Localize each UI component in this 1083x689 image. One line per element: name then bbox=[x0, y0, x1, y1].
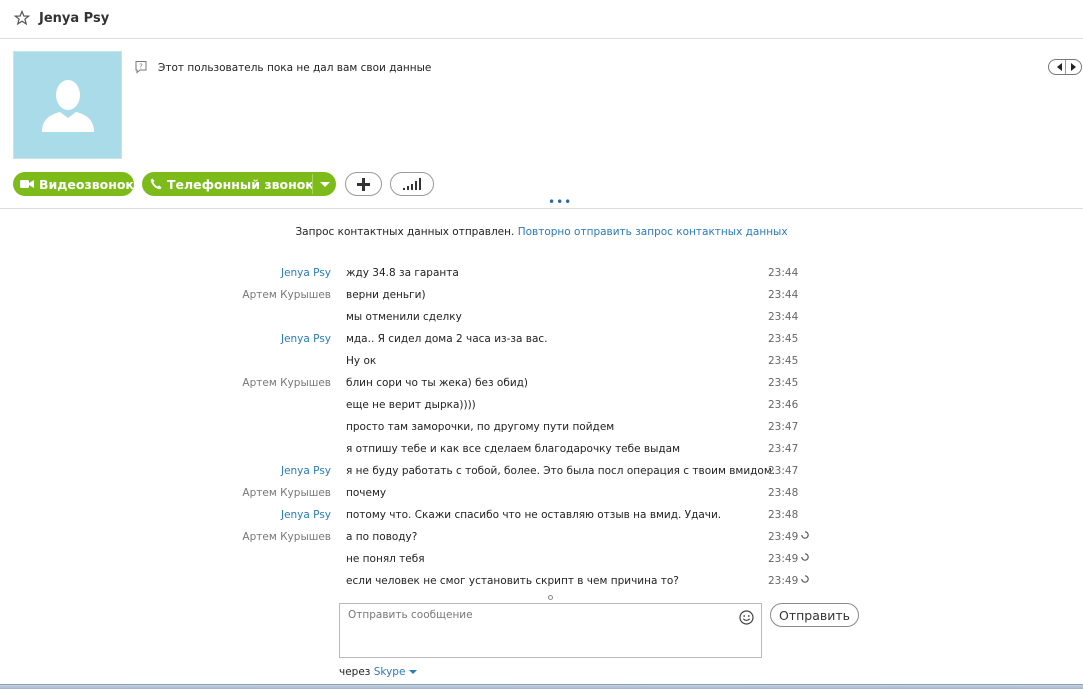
message-text: я отпишу тебе и как все сделаем благодар… bbox=[346, 443, 681, 455]
pager-divider bbox=[1065, 60, 1066, 74]
message-text: Ну ок bbox=[346, 355, 377, 367]
notice-text: Запрос контактных данных отправлен. bbox=[295, 226, 515, 238]
message-sender[interactable]: Jenya Psy bbox=[281, 465, 331, 477]
message-row[interactable]: Артем Курышев а по поводу? 23:49 bbox=[0, 531, 1083, 553]
message-time: 23:44 bbox=[768, 267, 799, 279]
smiley-icon[interactable] bbox=[739, 610, 754, 625]
chevron-down-icon[interactable] bbox=[320, 182, 330, 187]
phone-icon bbox=[150, 178, 162, 190]
message-row[interactable]: Артем Курышев верни деньги) 23:44 bbox=[0, 289, 1083, 311]
message-row[interactable]: не понял тебя 23:49 bbox=[0, 553, 1083, 575]
message-time: 23:47 bbox=[768, 421, 799, 433]
resend-request-link[interactable]: Повторно отправить запрос контактных дан… bbox=[518, 226, 788, 238]
resize-handle[interactable]: ••• bbox=[548, 195, 572, 209]
send-button[interactable]: Отправить bbox=[770, 603, 859, 627]
video-call-label: Видеозвонок bbox=[39, 176, 134, 192]
message-sender[interactable]: Артем Курышев bbox=[242, 377, 331, 389]
message-time: 23:49 bbox=[768, 575, 799, 587]
message-text: верни деньги) bbox=[346, 289, 426, 301]
send-via[interactable]: через Skype bbox=[339, 666, 418, 678]
video-camera-icon bbox=[20, 180, 34, 188]
phone-call-label: Телефонный звонок bbox=[167, 176, 314, 192]
sending-spinner-icon bbox=[801, 553, 809, 561]
message-list[interactable]: . Jenya Psyжду 34.8 за гаранта23:44Артем… bbox=[0, 262, 1083, 592]
message-sender[interactable]: Артем Курышев bbox=[242, 531, 331, 543]
message-time: 23:45 bbox=[768, 333, 799, 345]
arrow-left-icon[interactable] bbox=[1057, 63, 1062, 71]
arrow-right-icon[interactable] bbox=[1071, 63, 1076, 71]
profile-pager[interactable] bbox=[1048, 59, 1082, 75]
message-text: потому что. Скажи спасибо что не оставля… bbox=[346, 509, 722, 521]
message-time: 23:47 bbox=[768, 465, 799, 477]
message-row[interactable]: Jenya Psy я не буду работать с тобой, бол… bbox=[0, 465, 1083, 487]
profile-panel: ? Этот пользователь пока не дал вам свои… bbox=[0, 39, 1083, 209]
default-user-silhouette-icon bbox=[42, 80, 94, 132]
sending-spinner-icon bbox=[801, 575, 809, 583]
via-service[interactable]: Skype bbox=[374, 666, 406, 678]
scroll-indicator-icon bbox=[548, 595, 553, 600]
via-label: через bbox=[339, 666, 371, 678]
message-text: не понял тебя bbox=[346, 553, 425, 565]
contact-request-notice: Запрос контактных данных отправлен. Повт… bbox=[0, 226, 1083, 238]
message-sender[interactable]: Артем Курышев bbox=[242, 289, 331, 301]
message-row[interactable]: Jenya Psy жду 34.8 за гаранта 23:44 bbox=[0, 267, 1083, 289]
message-time: 23:46 bbox=[768, 399, 799, 411]
message-row[interactable]: Артем Курышев почему 23:48 bbox=[0, 487, 1083, 509]
message-row[interactable]: просто там заморочки, по другому пути по… bbox=[0, 421, 1083, 443]
message-time: 23:49 bbox=[768, 553, 799, 565]
phone-call-button[interactable]: Телефонный звонок bbox=[142, 172, 336, 196]
add-participant-button[interactable] bbox=[345, 172, 382, 196]
message-sender[interactable]: Jenya Psy bbox=[281, 509, 331, 521]
message-row[interactable]: я отпишу тебе и как все сделаем благодар… bbox=[0, 443, 1083, 465]
message-row[interactable]: Jenya Psy мда.. Я сидел дома 2 часа из-за… bbox=[0, 333, 1083, 355]
message-text: жду 34.8 за гаранта bbox=[346, 267, 459, 279]
message-time: 23:45 bbox=[768, 377, 799, 389]
call-quality-button[interactable] bbox=[390, 172, 434, 196]
avatar bbox=[13, 51, 122, 159]
message-time: 23:44 bbox=[768, 311, 799, 323]
message-sender[interactable]: Артем Курышев bbox=[242, 487, 331, 499]
message-time: 23:45 bbox=[768, 355, 799, 367]
message-row[interactable]: Артем Курышев блин сори чо ты жека) без о… bbox=[0, 377, 1083, 399]
signal-bars-icon bbox=[403, 178, 421, 190]
message-row[interactable]: еще не верит дырка)))) 23:46 bbox=[0, 399, 1083, 421]
profile-info-text: Этот пользователь пока не дал вам свои д… bbox=[158, 62, 432, 74]
message-text: мы отменили сделку bbox=[346, 311, 462, 323]
message-text: просто там заморочки, по другому пути по… bbox=[346, 421, 615, 433]
message-text: мда.. Я сидел дома 2 часа из-за вас. bbox=[346, 333, 548, 345]
message-row[interactable]: Ну ок 23:45 bbox=[0, 355, 1083, 377]
message-time: 23:49 bbox=[768, 531, 799, 543]
chat-header: Jenya Psy bbox=[0, 0, 1083, 39]
plus-icon bbox=[357, 178, 370, 191]
button-divider bbox=[312, 174, 313, 194]
message-text: почему bbox=[346, 487, 387, 499]
sending-spinner-icon bbox=[801, 531, 809, 539]
contact-name: Jenya Psy bbox=[39, 11, 110, 26]
message-row[interactable]: Jenya Psy потому что. Скажи спасибо что н… bbox=[0, 509, 1083, 531]
message-time: 23:47 bbox=[768, 443, 799, 455]
chevron-down-icon[interactable] bbox=[409, 670, 418, 674]
message-sender[interactable]: Jenya Psy bbox=[281, 267, 331, 279]
message-text: блин сори чо ты жека) без обид) bbox=[346, 377, 529, 389]
taskbar bbox=[0, 684, 1083, 689]
star-outline-icon[interactable] bbox=[14, 10, 30, 26]
message-sender[interactable]: Jenya Psy bbox=[281, 333, 331, 345]
message-text: а по поводу? bbox=[346, 531, 418, 543]
message-time: 23:48 bbox=[768, 487, 799, 499]
message-row[interactable]: если человек не смог установить скрипт в… bbox=[0, 575, 1083, 592]
message-input[interactable] bbox=[339, 603, 762, 658]
svg-text:?: ? bbox=[139, 63, 143, 71]
question-bubble-icon: ? bbox=[135, 61, 147, 74]
message-text: если человек не смог установить скрипт в… bbox=[346, 575, 679, 587]
message-row[interactable]: мы отменили сделку 23:44 bbox=[0, 311, 1083, 333]
message-time: 23:44 bbox=[768, 289, 799, 301]
video-call-button[interactable]: Видеозвонок bbox=[13, 172, 134, 196]
message-text: еще не верит дырка)))) bbox=[346, 399, 476, 411]
message-time: 23:48 bbox=[768, 509, 799, 521]
message-text: я не буду работать с тобой, более. Это б… bbox=[346, 465, 776, 477]
